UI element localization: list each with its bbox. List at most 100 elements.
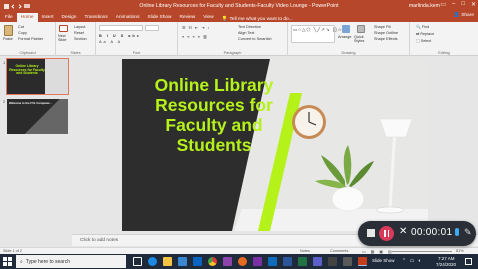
microphone-icon[interactable] [455,228,459,236]
clock-time[interactable]: 7:27 AM [438,256,455,261]
copy-button[interactable]: Copy [18,31,27,35]
convert-smartart-button[interactable]: Convert to SmartArt [238,37,272,41]
tab-home[interactable]: Home [16,13,38,22]
app-icon[interactable] [343,257,352,266]
font-size-box[interactable] [145,25,159,31]
pen-icon[interactable]: ✎ [464,226,472,238]
app-icon[interactable] [223,257,232,266]
taskbar-search-box[interactable]: ⌕ Type here to search [16,255,126,268]
format-painter-button[interactable]: Format Painter [18,37,43,41]
layout-button[interactable]: Layout [74,25,85,29]
find-label: Find [421,25,430,29]
task-view-icon[interactable] [133,257,142,266]
font-group: B I U S abc Aa A A Font [96,22,178,56]
ribbon-options-icon[interactable]: ▭ [440,1,446,8]
shape-fill-button[interactable]: Shape Fill [374,25,391,29]
redo-icon[interactable] [17,3,22,9]
comments-button[interactable]: Comments [330,249,348,253]
section-button[interactable]: Section [74,37,87,41]
pause-button[interactable] [379,226,394,241]
status-bar: Slide 1 of 2 Notes Comments ▭ ▦ ▣ ▤ 81% [0,247,478,254]
window-title: Online Library Resources for Faculty and… [139,3,339,9]
new-slide-icon[interactable] [59,25,68,32]
ribbon: Paste Cut Copy Format Painter Clipboard … [0,22,478,56]
reset-button[interactable]: Reset [74,31,84,35]
paste-button[interactable]: Paste [3,37,13,41]
shapes-icons: ▭○△⬠ ╲╱↗↘ {}☆⇨ [293,27,348,32]
start-button[interactable] [3,257,12,266]
quick-styles-button[interactable]: Quick Styles [354,35,368,43]
tab-transitions[interactable]: Transitions [80,13,111,22]
outlook-icon[interactable] [268,257,277,266]
file-explorer-icon[interactable] [163,257,172,266]
align-text-button[interactable]: Align Text [238,31,254,35]
arrange-button[interactable]: Arrange [338,35,352,39]
teams-icon[interactable] [313,257,322,266]
maximize-icon[interactable]: □ [461,1,465,8]
tab-review[interactable]: Review [176,13,200,22]
font-color-buttons[interactable]: Aa A A [99,40,122,44]
shape-outline-button[interactable]: Shape Outline [374,31,398,35]
undo-icon[interactable] [11,3,16,9]
find-button[interactable]: 🔍 Find [416,24,429,29]
onenote-icon[interactable] [253,257,262,266]
chrome-icon[interactable] [208,257,217,266]
slide-title-line: Online Library [154,75,274,95]
stop-button[interactable] [367,229,375,237]
notes-placeholder: Click to add notes [80,238,119,243]
minimize-icon[interactable]: – [452,1,455,8]
select-button[interactable]: ⬚ Select [416,38,431,43]
quick-styles-icon[interactable] [357,25,365,33]
notes-button[interactable]: Notes [300,249,310,253]
close-icon[interactable]: ✕ [471,1,476,8]
clock-date[interactable]: 7/24/2020 [436,262,456,267]
tab-design[interactable]: Design [58,13,81,22]
zoom-slider[interactable] [392,251,452,252]
tab-animations[interactable]: Animations [112,13,144,22]
tab-insert[interactable]: Insert [38,13,58,22]
slide-count: Slide 1 of 2 [3,249,22,253]
edge-icon[interactable] [148,257,157,266]
slide-thumbnail-2[interactable]: Welcome to the FVL Computer... [7,99,68,134]
word-icon[interactable] [283,257,292,266]
find-icon: 🔍 [416,25,421,29]
pause-icon [384,230,386,237]
window-controls: ▭ – □ ✕ [440,1,476,8]
discard-icon[interactable]: ✕ [399,226,407,238]
start-slideshow-icon[interactable] [24,4,30,8]
font-name-box[interactable] [99,25,143,31]
tab-file[interactable]: File [0,13,17,22]
tab-slide-show[interactable]: Slide Show [144,13,176,22]
replace-button[interactable]: ⇄ Replace [416,31,434,36]
quick-access-toolbar [0,3,30,9]
save-icon[interactable] [4,3,9,9]
thumbnail-title: Welcome to the FVL Computer... [9,101,52,105]
app-icon[interactable] [328,257,337,266]
excel-icon[interactable] [298,257,307,266]
mail-icon[interactable] [193,257,202,266]
paste-icon[interactable] [4,25,13,36]
share-button[interactable]: 👤 Share [454,13,474,18]
zoom-level[interactable]: 81% [456,249,464,253]
powerpoint-icon[interactable] [358,257,367,266]
slide-title-line: Students [176,135,252,155]
replace-label: Replace [420,32,435,36]
shape-effects-button[interactable]: Shape Effects [374,37,398,41]
font-format-buttons[interactable]: B I U S abc [99,34,141,38]
arrange-icon[interactable] [342,25,350,33]
slide-show-taskbar-label[interactable]: Slide Show [372,258,395,263]
cut-button[interactable]: Cut [18,25,24,29]
tray-icons[interactable]: ⌃ ▭ ◖ [402,258,422,264]
align-buttons[interactable]: ≡ ≡ ≡ ≡ ▥ [182,34,208,39]
tab-view[interactable]: View [199,13,217,22]
store-icon[interactable] [178,257,187,266]
user-name[interactable]: marlinda.kem [409,3,440,9]
list-buttons[interactable]: ☰ ☷ ⇤ ⇥ ↕ [182,25,210,30]
new-slide-button[interactable]: New Slide [58,34,70,42]
slide-canvas[interactable]: Online Library Resources for Faculty and… [122,59,428,231]
text-direction-button[interactable]: Text Direction [238,25,261,29]
firefox-icon[interactable] [238,257,247,266]
notifications-icon[interactable] [465,258,472,265]
slide-thumbnail-1[interactable]: Online Library Resources for Faculty and… [6,58,69,95]
slide-title[interactable]: Online Library Resources for Faculty and… [122,75,306,155]
